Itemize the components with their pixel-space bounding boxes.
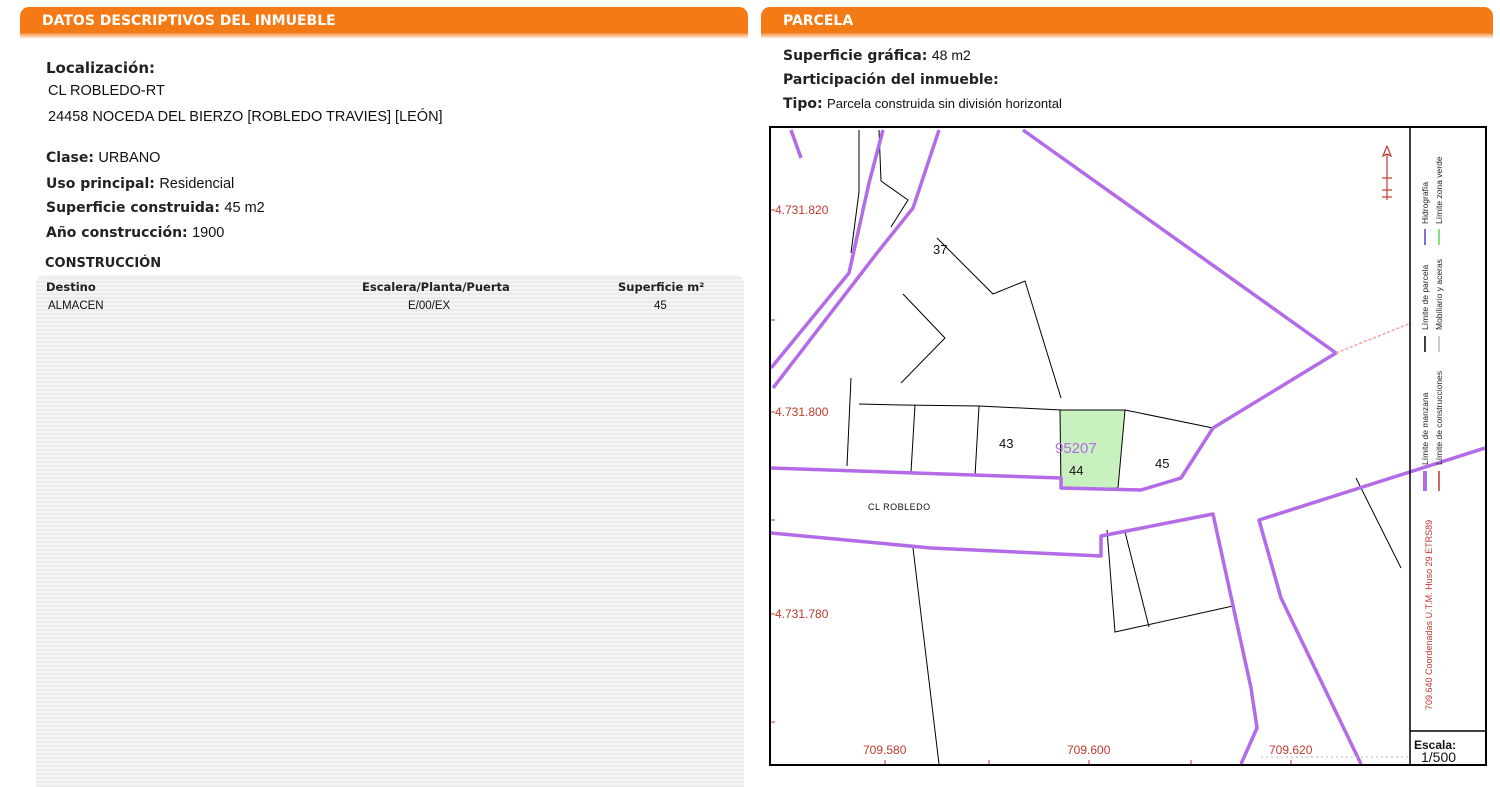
- participacion-label: Participación del inmueble:: [783, 72, 999, 88]
- col-escalera-header: Escalera/Planta/Puerta: [362, 280, 510, 294]
- parcel-line: [1355, 477, 1402, 569]
- row-superficie-cell: 45: [654, 300, 667, 312]
- x-coord-label: 709.600: [1067, 743, 1111, 757]
- tipo-label: Tipo:: [783, 96, 823, 112]
- parcel-line: [936, 237, 1062, 399]
- parcel-line: [858, 403, 1062, 411]
- y-ticks: [771, 209, 775, 723]
- construccion-title: CONSTRUCCIÓN: [45, 256, 162, 271]
- parcel-line: [846, 377, 852, 467]
- superficie-grafica-value: 48 m2: [931, 47, 971, 63]
- participacion-row: Participación del inmueble:: [783, 71, 999, 89]
- cadastral-map-svg: 4.731.820 4.731.800 4.731.780 709.580 70…: [771, 128, 1485, 764]
- clase-value: URBANO: [98, 150, 161, 166]
- uso-principal-value: Residencial: [159, 176, 235, 192]
- tipo-row: Tipo: Parcela construida sin división ho…: [783, 95, 1062, 113]
- block-line: [771, 129, 941, 390]
- parcel-line: [1124, 409, 1214, 429]
- uso-principal-row: Uso principal: Residencial: [46, 175, 234, 193]
- north-arrow-icon: [1381, 145, 1393, 200]
- block-line: [1257, 446, 1485, 764]
- parcel-lines: [846, 129, 1402, 764]
- tipo-value: Parcela construida sin división horizont…: [827, 96, 1062, 111]
- uso-principal-label: Uso principal:: [46, 176, 155, 192]
- parcel-line: [900, 293, 946, 384]
- house-number-37: 37: [933, 242, 947, 257]
- block-line: [771, 128, 1338, 492]
- mobiliario-line: [1335, 322, 1412, 354]
- legend-hidrografia-label: Hidrografía: [1420, 182, 1430, 224]
- clase-label: Clase:: [46, 150, 94, 166]
- row-escalera-cell: E/00/EX: [408, 300, 451, 312]
- block-line: [771, 512, 1259, 764]
- anio-construccion-label: Año construcción:: [46, 225, 188, 241]
- escala-value: 1/500: [1421, 749, 1456, 764]
- x-coord-label: 709.620: [1269, 743, 1313, 757]
- col-superficie-header: Superficie m²: [618, 280, 705, 294]
- parcela-header: PARCELA: [761, 7, 1493, 39]
- x-ticks: [884, 760, 1292, 764]
- legend-manzana-label: Límite de manzana: [1420, 392, 1430, 465]
- parcel-line: [1124, 531, 1150, 628]
- y-coord-label: 4.731.820: [775, 203, 829, 217]
- cadastral-map: 4.731.820 4.731.800 4.731.780 709.580 70…: [769, 126, 1487, 766]
- superficie-construida-row: Superficie construida: 45 m2: [46, 199, 265, 217]
- parcel-line: [878, 129, 909, 228]
- y-coord-label: 4.731.780: [775, 607, 829, 621]
- parcel-line: [912, 547, 940, 764]
- house-number-44: 44: [1069, 463, 1083, 478]
- block-line: [771, 129, 885, 370]
- row-destino-cell: ALMACEN: [48, 300, 104, 312]
- datos-descriptivos-header: DATOS DESCRIPTIVOS DEL INMUEBLE: [20, 7, 748, 39]
- legend-construcciones-label: Límite de construcciones: [1434, 371, 1444, 465]
- legend-mobiliario-label: Mobiliario y aceras: [1434, 259, 1444, 330]
- anio-construccion-row: Año construcción: 1900: [46, 224, 224, 242]
- parcel-line: [910, 404, 916, 473]
- house-number-43: 43: [999, 436, 1013, 451]
- house-number-45: 45: [1155, 456, 1169, 471]
- x-coord-label: 709.580: [863, 743, 907, 757]
- parcel-ref-label: 95207: [1055, 440, 1097, 457]
- coord-system-label: 709.640 Coordenadas U.T.M. Huso 29 ETRS8…: [1424, 520, 1434, 710]
- block-boundaries: [771, 128, 1485, 764]
- col-destino-header: Destino: [46, 280, 96, 294]
- parcela-panel: PARCELA Superficie gráfica: 48 m2 Partic…: [757, 0, 1493, 787]
- superficie-grafica-label: Superficie gráfica:: [783, 48, 928, 64]
- localizacion-line1: CL ROBLEDO-RT: [48, 83, 165, 99]
- datos-descriptivos-panel: DATOS DESCRIPTIVOS DEL INMUEBLE Localiza…: [8, 0, 748, 787]
- localizacion-label: Localización:: [46, 59, 156, 77]
- anio-construccion-value: 1900: [192, 225, 225, 241]
- legend: Límite de manzana Límite de construccion…: [1420, 156, 1444, 710]
- superficie-grafica-row: Superficie gráfica: 48 m2: [783, 47, 971, 65]
- construccion-table: Destino Escalera/Planta/Puerta Superfici…: [36, 275, 744, 787]
- y-coord-label: 4.731.800: [775, 405, 829, 419]
- superficie-construida-label: Superficie construida:: [46, 200, 220, 216]
- localizacion-line2: 24458 NOCEDA DEL BIERZO [ROBLEDO TRAVIES…: [48, 109, 443, 125]
- superficie-construida-value: 45 m2: [224, 200, 265, 216]
- street-label: CL ROBLEDO: [868, 502, 931, 512]
- block-line: [789, 129, 803, 159]
- legend-parcela-label: Límite de parcela: [1420, 265, 1430, 330]
- parcel-line: [974, 405, 980, 477]
- clase-row: Clase: URBANO: [46, 149, 160, 167]
- legend-zona-verde-label: Límite zona verde: [1434, 156, 1444, 224]
